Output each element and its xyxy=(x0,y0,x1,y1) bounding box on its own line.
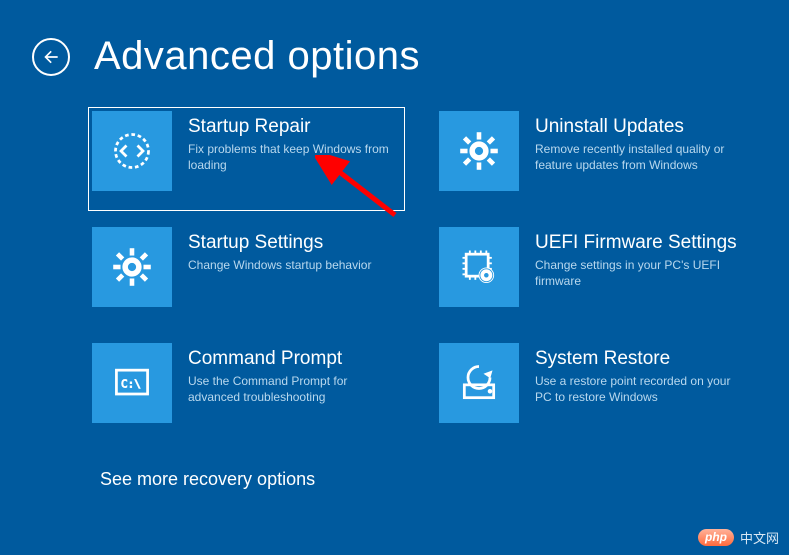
see-more-recovery-options-link[interactable]: See more recovery options xyxy=(0,443,789,490)
tile-desc: Change Windows startup behavior xyxy=(188,257,393,273)
arrow-left-icon xyxy=(41,47,61,67)
tile-title: System Restore xyxy=(535,348,740,371)
gear-icon xyxy=(439,111,519,191)
tile-text: Startup Settings Change Windows startup … xyxy=(172,227,401,273)
svg-text:C:\: C:\ xyxy=(121,378,141,391)
tile-uefi-firmware-settings[interactable]: UEFI Firmware Settings Change settings i… xyxy=(435,223,752,327)
back-button[interactable] xyxy=(32,38,70,76)
watermark-pill: php xyxy=(698,529,734,546)
tile-desc: Fix problems that keep Windows from load… xyxy=(188,141,393,173)
tile-desc: Change settings in your PC's UEFI firmwa… xyxy=(535,257,740,289)
tile-text: Uninstall Updates Remove recently instal… xyxy=(519,111,748,173)
header: Advanced options xyxy=(0,0,789,79)
tile-title: Startup Settings xyxy=(188,232,393,255)
gear-icon xyxy=(92,227,172,307)
tile-desc: Use a restore point recorded on your PC … xyxy=(535,373,740,405)
tile-title: Startup Repair xyxy=(188,116,393,139)
tile-title: Command Prompt xyxy=(188,348,393,371)
tile-text: Startup Repair Fix problems that keep Wi… xyxy=(172,111,401,173)
tile-system-restore[interactable]: System Restore Use a restore point recor… xyxy=(435,339,752,443)
tile-desc: Use the Command Prompt for advanced trou… xyxy=(188,373,393,405)
tile-text: System Restore Use a restore point recor… xyxy=(519,343,748,405)
tile-text: Command Prompt Use the Command Prompt fo… xyxy=(172,343,401,405)
tile-title: UEFI Firmware Settings xyxy=(535,232,740,255)
options-grid: Startup Repair Fix problems that keep Wi… xyxy=(0,79,789,443)
tile-text: UEFI Firmware Settings Change settings i… xyxy=(519,227,748,289)
watermark: php 中文网 xyxy=(698,528,779,547)
chip-gear-icon xyxy=(439,227,519,307)
tile-title: Uninstall Updates xyxy=(535,116,740,139)
page-title: Advanced options xyxy=(94,34,420,79)
tile-startup-repair[interactable]: Startup Repair Fix problems that keep Wi… xyxy=(88,107,405,211)
tile-desc: Remove recently installed quality or fea… xyxy=(535,141,740,173)
watermark-text: 中文网 xyxy=(740,528,779,547)
tile-startup-settings[interactable]: Startup Settings Change Windows startup … xyxy=(88,223,405,327)
restore-icon xyxy=(439,343,519,423)
tile-command-prompt[interactable]: C:\ Command Prompt Use the Command Promp… xyxy=(88,339,405,443)
terminal-icon: C:\ xyxy=(92,343,172,423)
code-tag-icon xyxy=(92,111,172,191)
tile-uninstall-updates[interactable]: Uninstall Updates Remove recently instal… xyxy=(435,107,752,211)
